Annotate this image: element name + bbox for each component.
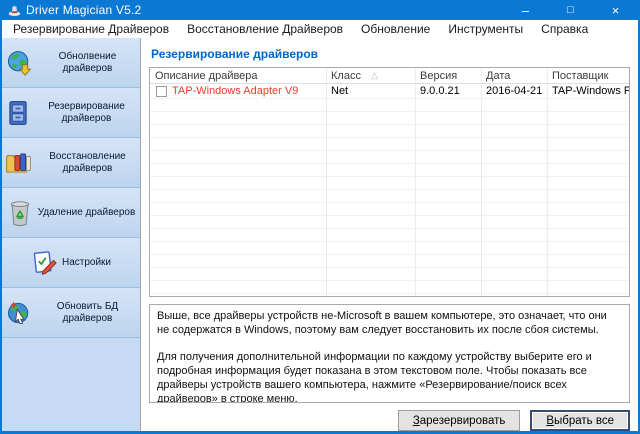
sidebar-item-label: Удаление драйверов	[38, 207, 136, 219]
info-paragraph: Выше, все драйверы устройств не-Microsof…	[157, 309, 622, 337]
backup-button-label: арезервировать	[420, 415, 506, 427]
maximize-icon[interactable]: □	[548, 0, 593, 20]
menu-bar: Резервирование Драйверов Восстановление …	[2, 20, 638, 38]
cabinet-icon	[5, 99, 31, 127]
main-panel: Резервирование драйверов Описание драйве…	[140, 38, 638, 431]
column-header-label: Поставщик	[552, 70, 608, 82]
select-all-button[interactable]: Выбрать все	[530, 410, 630, 431]
column-divider	[547, 68, 548, 296]
menu-restore-drivers[interactable]: Восстановление Драйверов	[178, 20, 352, 38]
driver-version-cell: 9.0.0.21	[415, 84, 481, 98]
sidebar: Обнолвение драйверов Резервирование драй…	[2, 38, 140, 431]
checklist-pencil-icon	[31, 250, 57, 276]
globe-cursor-icon	[5, 299, 33, 327]
column-header-date[interactable]: Дата	[481, 68, 547, 83]
sidebar-item-backup-drivers[interactable]: Резервирование драйверов	[2, 88, 140, 138]
driver-date-cell: 2016-04-21	[481, 84, 547, 98]
column-divider	[415, 68, 416, 296]
minimize-icon[interactable]: –	[503, 0, 548, 20]
empty-table-area	[150, 99, 629, 296]
select-all-button-accelerator: В	[546, 415, 554, 427]
page-title: Резервирование драйверов	[149, 38, 630, 67]
app-window: Driver Magician V5.2 – □ × Резервировани…	[0, 0, 640, 434]
folder-books-icon	[5, 150, 33, 176]
table-header: Описание драйвера Класс △ Версия Дата По…	[150, 68, 629, 84]
column-divider	[481, 68, 482, 296]
menu-update[interactable]: Обновление	[352, 20, 439, 38]
title-bar: Driver Magician V5.2 – □ ×	[2, 0, 638, 20]
window-controls: – □ ×	[503, 0, 638, 20]
column-header-description[interactable]: Описание драйвера	[150, 68, 326, 83]
column-header-label: Класс	[331, 70, 361, 82]
column-divider	[326, 68, 327, 296]
sidebar-item-update-driver-db[interactable]: Обновить БД драйверов	[2, 288, 140, 338]
driver-table: Описание драйвера Класс △ Версия Дата По…	[149, 67, 630, 297]
globe-download-icon	[5, 49, 33, 77]
driver-description-cell: TAP-Windows Adapter V9	[150, 84, 326, 98]
sidebar-item-label: Восстановление драйверов	[38, 151, 137, 174]
column-header-label: Версия	[420, 70, 457, 82]
menu-backup-drivers[interactable]: Резервирование Драйверов	[4, 20, 178, 38]
sidebar-item-label: Резервирование драйверов	[36, 101, 137, 124]
app-icon	[8, 4, 21, 17]
row-checkbox[interactable]	[156, 86, 167, 97]
sidebar-item-label: Обновить БД драйверов	[38, 301, 137, 324]
window-body: Обнолвение драйверов Резервирование драй…	[2, 38, 638, 431]
window-title: Driver Magician V5.2	[26, 3, 141, 17]
backup-button[interactable]: Зарезервировать	[398, 410, 521, 431]
sidebar-item-label: Настройки	[62, 257, 111, 269]
select-all-button-label: ыбрать все	[554, 415, 614, 427]
sort-ascending-icon: △	[371, 70, 378, 81]
backup-button-accelerator: З	[413, 415, 420, 427]
driver-name: TAP-Windows Adapter V9	[172, 85, 298, 97]
table-row[interactable]: TAP-Windows Adapter V9 Net 9.0.0.21 2016…	[150, 84, 629, 99]
driver-info-textbox[interactable]: Выше, все драйверы устройств не-Microsof…	[149, 304, 630, 403]
menu-tools[interactable]: Инструменты	[439, 20, 532, 38]
sidebar-item-label: Обнолвение драйверов	[38, 51, 137, 74]
close-icon[interactable]: ×	[593, 0, 638, 20]
sidebar-item-update-drivers[interactable]: Обнолвение драйверов	[2, 38, 140, 88]
column-header-version[interactable]: Версия	[415, 68, 481, 83]
sidebar-item-restore-drivers[interactable]: Восстановление драйверов	[2, 138, 140, 188]
sidebar-item-remove-drivers[interactable]: Удаление драйверов	[2, 188, 140, 238]
sidebar-filler	[2, 338, 140, 431]
driver-class-cell: Net	[326, 84, 415, 98]
info-paragraph: Для получения дополнительной информации …	[157, 350, 622, 403]
sidebar-item-settings[interactable]: Настройки	[2, 238, 140, 288]
menu-help[interactable]: Справка	[532, 20, 597, 38]
driver-vendor-cell: TAP-Windows Prov...	[547, 84, 629, 98]
column-header-label: Дата	[486, 70, 510, 82]
trash-recycle-icon	[7, 199, 33, 227]
action-button-row: Зарезервировать Выбрать все	[149, 410, 630, 431]
column-header-class[interactable]: Класс △	[326, 68, 415, 83]
column-header-vendor[interactable]: Поставщик	[547, 68, 629, 83]
column-header-label: Описание драйвера	[155, 70, 258, 82]
